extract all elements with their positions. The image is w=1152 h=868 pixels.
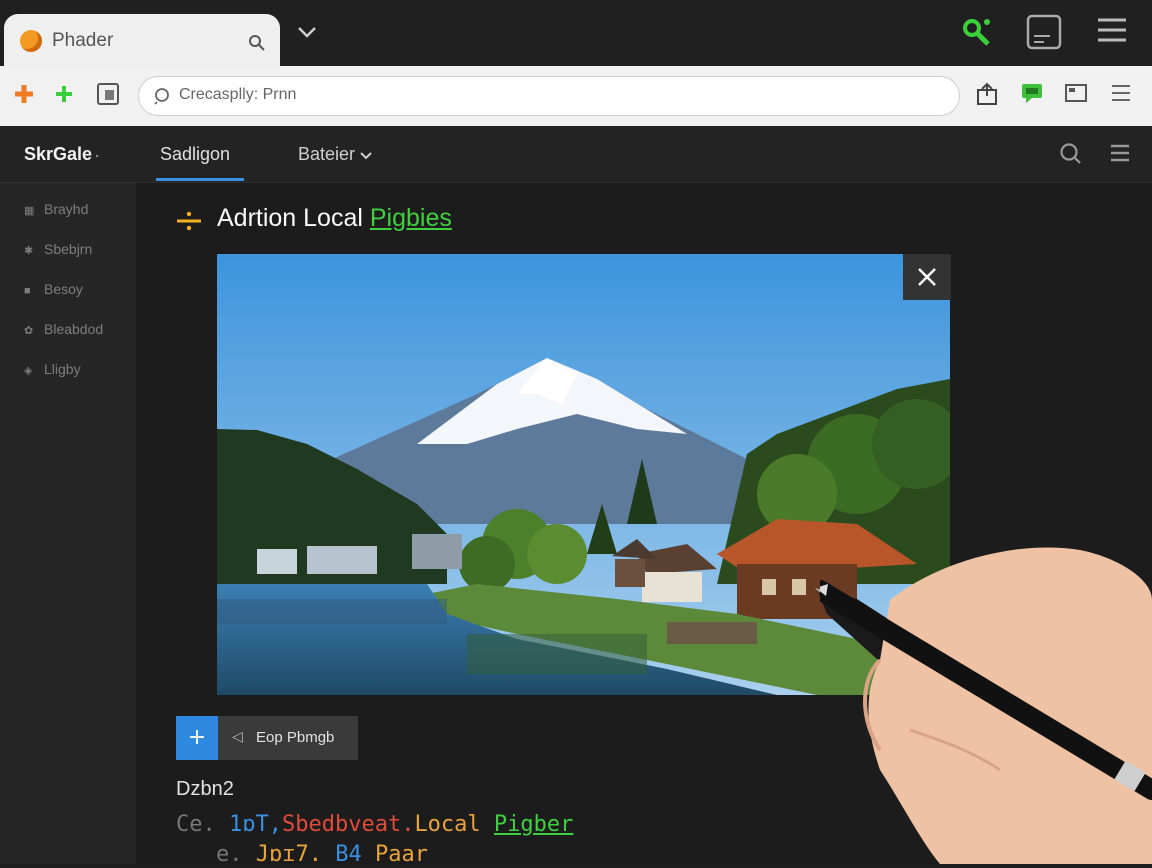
code-token-blue-1: 1ɒT, — [229, 812, 282, 837]
tab-search-icon[interactable] — [248, 34, 266, 57]
code-token-orange-1: Local — [414, 812, 481, 837]
browser-toolbar: Crecasplly: Prnn — [0, 66, 1152, 127]
sidebar-item-sbebjrn[interactable]: ✱ Sbebjrn — [24, 241, 92, 257]
layers-icon: ◈ — [24, 365, 33, 377]
reading-list-icon[interactable] — [1026, 14, 1062, 56]
tab-dropdown-chevron-icon[interactable] — [296, 24, 318, 44]
page-icon[interactable] — [96, 82, 120, 110]
code-token-orange-3: Paar — [374, 842, 428, 867]
browser-tab-bar: Phader — [0, 0, 1152, 72]
tab-sadligon[interactable]: Sadligon — [160, 144, 230, 165]
search-icon[interactable] — [1060, 142, 1082, 170]
section-label: Dzbn2 — [176, 778, 234, 800]
code-token-orange-2: Jɒɪ7. — [255, 842, 322, 867]
page-title: Adrtion Local Pigbies — [217, 204, 452, 232]
sidebar: ▦ Brayhd ✱ Sbebjrn ■ Besoy ✿ Bleabdod ◈ Lligb… — [0, 183, 136, 864]
toolbar-menu-icon[interactable] — [1110, 82, 1132, 108]
active-tab-indicator — [156, 178, 244, 181]
app-header: SkrGale · Sadligon Bateier — [0, 126, 1152, 183]
green-chat-icon[interactable] — [1020, 82, 1044, 108]
back-arrow-icon: ◁ — [232, 729, 243, 745]
secondary-action-button[interactable]: ◁ Eop Pbmgb — [218, 716, 358, 760]
tab-chevron-down-icon — [360, 152, 372, 160]
sidebar-item-bleabdod[interactable]: ✿ Bleabdod — [24, 321, 103, 337]
extension-green-icon[interactable] — [52, 82, 76, 110]
sidebar-panel-icon[interactable] — [1064, 82, 1088, 108]
code-prefix-2: e. — [216, 842, 243, 867]
sidebar-item-besoy[interactable]: ■ Besoy — [24, 281, 83, 297]
browser-tab[interactable]: Phader — [4, 14, 280, 72]
settings-icon: ✿ — [24, 325, 34, 337]
address-bar-text: Crecasplly: Prnn — [179, 86, 297, 103]
site-info-icon[interactable] — [153, 87, 171, 109]
address-bar[interactable]: Crecasplly: Prnn — [138, 76, 960, 116]
close-icon — [918, 268, 936, 286]
code-token-green-1[interactable]: Pigber — [494, 812, 573, 837]
menu-hamburger-icon[interactable] — [1096, 16, 1128, 48]
code-token-red-1: Sbedbveat. — [281, 812, 415, 837]
code-prefix-1: Ce. — [176, 812, 216, 837]
new-item-plus-icon[interactable] — [12, 82, 36, 110]
sidebar-item-lligby[interactable]: ◈ Lligby — [24, 361, 81, 377]
sparkle-icon: ✱ — [24, 245, 34, 257]
share-icon[interactable] — [976, 82, 998, 110]
sidebar-item-brayhd[interactable]: ▦ Brayhd — [24, 201, 88, 217]
tab-favicon-icon — [20, 30, 42, 52]
app-menu-icon[interactable] — [1110, 143, 1130, 167]
code-line-1: Ce. 1ɒT,Sbedbveat.Local Pigber — [176, 812, 573, 837]
add-button[interactable]: + — [176, 716, 218, 760]
grid-icon: ▦ — [24, 205, 35, 217]
close-image-button[interactable] — [903, 254, 951, 300]
divide-icon — [176, 208, 202, 238]
tab-title: Phader — [52, 30, 114, 51]
folder-icon: ■ — [24, 285, 31, 297]
hand-with-stylus — [810, 540, 1152, 864]
code-line-2: e. Jɒɪ7. B4 Paar — [216, 842, 428, 867]
title-link[interactable]: Pigbies — [370, 204, 452, 232]
tab-bateier[interactable]: Bateier — [298, 144, 372, 165]
extension-puzzle-icon[interactable] — [960, 14, 994, 54]
code-token-blue-2: B4 — [335, 842, 362, 867]
app-brand[interactable]: SkrGale · — [24, 144, 99, 165]
